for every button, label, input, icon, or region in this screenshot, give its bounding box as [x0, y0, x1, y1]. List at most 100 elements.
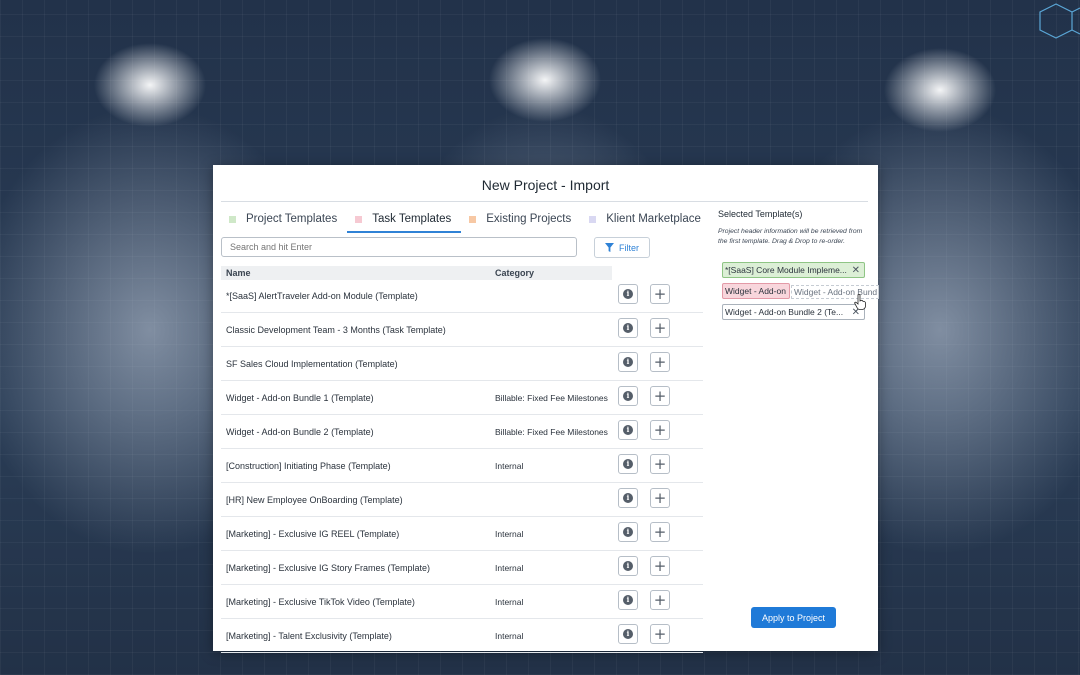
chip-label: *[SaaS] Core Module Impleme...	[725, 265, 847, 275]
row-name: Classic Development Team - 3 Months (Tas…	[226, 325, 446, 335]
info-button[interactable]: i	[618, 284, 638, 304]
plus-icon: +	[653, 556, 667, 575]
tab-label: Project Templates	[246, 213, 338, 225]
tab-color-dot	[469, 215, 477, 223]
info-button[interactable]: i	[618, 624, 638, 644]
add-button[interactable]: +	[650, 352, 670, 372]
add-button[interactable]: +	[650, 386, 670, 406]
add-button[interactable]: +	[650, 454, 670, 474]
tab-task-templates[interactable]: Task Templates	[347, 207, 462, 233]
tab-project-templates[interactable]: Project Templates	[227, 207, 347, 231]
table-row: [Construction] Initiating Phase (Templat…	[221, 449, 703, 483]
table-row: SF Sales Cloud Implementation (Template)…	[221, 347, 703, 381]
table-header: Name Category	[221, 266, 612, 280]
info-button[interactable]: i	[618, 386, 638, 406]
plus-icon: +	[653, 624, 667, 643]
row-name: SF Sales Cloud Implementation (Template)	[226, 359, 398, 369]
table-row: [HR] New Employee OnBoarding (Template) …	[221, 483, 703, 517]
info-icon: i	[623, 459, 633, 469]
info-icon: i	[623, 493, 633, 503]
plus-icon: +	[653, 420, 667, 439]
info-icon: i	[623, 629, 633, 639]
row-name: Widget - Add-on Bundle 2 (Template)	[226, 427, 374, 437]
row-name: [Construction] Initiating Phase (Templat…	[226, 461, 391, 471]
table-row: [Marketing] - Talent Exclusivity (Templa…	[221, 619, 703, 653]
plus-icon: +	[653, 386, 667, 405]
row-name: *[SaaS] AlertTraveler Add-on Module (Tem…	[226, 291, 418, 301]
plus-icon: +	[653, 590, 667, 609]
add-button[interactable]: +	[650, 556, 670, 576]
tab-label: Task Templates	[372, 213, 452, 225]
row-name: [Marketing] - Exclusive IG REEL (Templat…	[226, 529, 400, 539]
row-category: Billable: Fixed Fee Milestones	[495, 427, 608, 437]
tab-existing-projects[interactable]: Existing Projects	[467, 207, 581, 231]
info-icon: i	[623, 323, 633, 333]
info-button[interactable]: i	[618, 420, 638, 440]
tab-label: Klient Marketplace	[606, 213, 701, 225]
add-button[interactable]: +	[650, 488, 670, 508]
plus-icon: +	[653, 284, 667, 303]
info-icon: i	[623, 357, 633, 367]
column-header-name: Name	[226, 268, 251, 278]
hexagon-decoration	[1039, 3, 1080, 39]
row-name: [Marketing] - Exclusive IG Story Frames …	[226, 563, 431, 573]
plus-icon: +	[653, 488, 667, 507]
info-button[interactable]: i	[618, 454, 638, 474]
info-button[interactable]: i	[618, 488, 638, 508]
selected-templates-title: Selected Template(s)	[718, 209, 803, 219]
selected-chip[interactable]: *[SaaS] Core Module Impleme... ✕	[722, 262, 865, 278]
add-button[interactable]: +	[650, 590, 670, 610]
add-button[interactable]: +	[650, 420, 670, 440]
info-button[interactable]: i	[618, 556, 638, 576]
tab-bar: Project Templates Task Templates Existin…	[227, 207, 717, 233]
apply-to-project-button[interactable]: Apply to Project	[751, 607, 836, 628]
info-button[interactable]: i	[618, 352, 638, 372]
tab-color-dot	[355, 215, 363, 223]
add-button[interactable]: +	[650, 522, 670, 542]
plus-icon: +	[653, 522, 667, 541]
row-name: [Marketing] - Exclusive TikTok Video (Te…	[226, 597, 415, 607]
row-category: Internal	[495, 461, 524, 471]
hand-cursor-icon	[854, 294, 866, 310]
filter-button[interactable]: Filter	[594, 237, 650, 258]
info-button[interactable]: i	[618, 522, 638, 542]
table-row: Classic Development Team - 3 Months (Tas…	[221, 313, 703, 347]
info-icon: i	[623, 595, 633, 605]
row-name: [Marketing] - Talent Exclusivity (Templa…	[226, 631, 392, 641]
table-row: *[SaaS] AlertTraveler Add-on Module (Tem…	[221, 279, 703, 313]
add-button[interactable]: +	[650, 284, 670, 304]
selected-chip[interactable]: Widget - Add-on Bundle 2 (Te... ✕	[722, 304, 865, 320]
selected-templates-note: Project header information will be retri…	[718, 228, 863, 246]
add-button[interactable]: +	[650, 318, 670, 338]
selected-chip-dragging[interactable]: Widget - Add-on	[722, 283, 790, 299]
info-icon: i	[623, 425, 633, 435]
info-icon: i	[623, 289, 633, 299]
row-category: Internal	[495, 597, 524, 607]
close-icon[interactable]: ✕	[848, 265, 860, 276]
tab-klient-marketplace[interactable]: Klient Marketplace	[587, 207, 711, 231]
row-name: [HR] New Employee OnBoarding (Template)	[226, 495, 403, 505]
info-button[interactable]: i	[618, 318, 638, 338]
info-button[interactable]: i	[618, 590, 638, 610]
row-name: Widget - Add-on Bundle 1 (Template)	[226, 393, 374, 403]
filter-label: Filter	[619, 242, 639, 253]
selected-templates-panel: Selected Template(s) Project header info…	[718, 209, 868, 247]
info-icon: i	[623, 527, 633, 537]
row-category: Internal	[495, 529, 524, 539]
plus-icon: +	[653, 352, 667, 371]
table-row: [Marketing] - Exclusive IG Story Frames …	[221, 551, 703, 585]
row-category: Internal	[495, 631, 524, 641]
tab-color-dot	[229, 215, 236, 223]
table-row: Widget - Add-on Bundle 1 (Template) Bill…	[221, 381, 703, 415]
filter-icon	[605, 243, 614, 252]
chip-label: Widget - Add-on Bundle 2 (Te...	[725, 307, 844, 317]
info-icon: i	[623, 561, 633, 571]
add-button[interactable]: +	[650, 624, 670, 644]
search-input[interactable]	[221, 237, 577, 257]
info-icon: i	[623, 391, 633, 401]
column-header-category: Category	[495, 268, 535, 278]
plus-icon: +	[653, 318, 667, 337]
row-category: Internal	[495, 563, 524, 573]
row-category: Billable: Fixed Fee Milestones	[495, 393, 608, 403]
tab-color-dot	[589, 215, 597, 223]
